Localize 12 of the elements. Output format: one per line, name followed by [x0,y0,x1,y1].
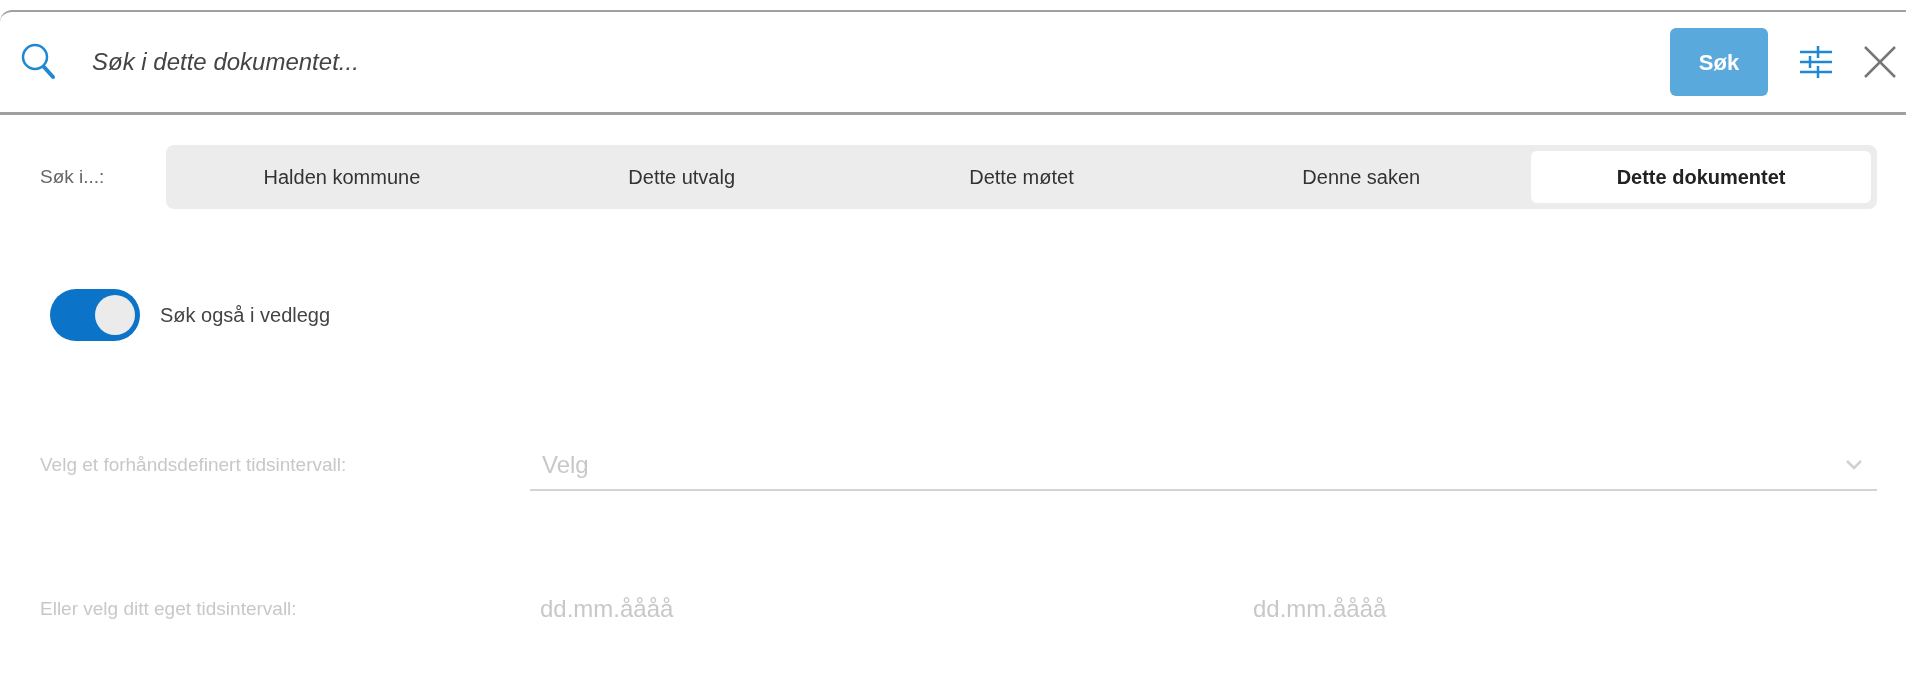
scope-tab[interactable]: Dette utvalg [511,151,852,203]
scope-tab[interactable]: Dette møtet [851,151,1192,203]
search-icon [20,42,56,82]
toggle-switch[interactable] [50,289,140,341]
scope-label: Søk i...: [40,164,106,189]
close-icon[interactable] [1862,44,1898,80]
toggle-label: Søk også i vedlegg [160,303,331,328]
search-field[interactable]: Søk i dette dokumentet... [92,40,1670,84]
chevron-down-icon [1845,459,1863,471]
scope-tab[interactable]: Denne saken [1191,151,1532,203]
scope-tab[interactable]: Halden kommune [172,151,512,203]
scope-tab[interactable]: Dette dokumentet [1531,151,1871,203]
